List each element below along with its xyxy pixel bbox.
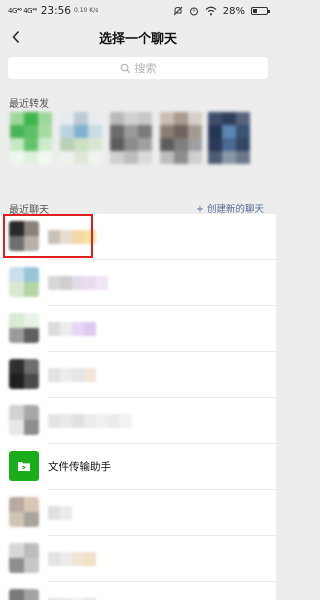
recent-forward-avatar[interactable]: [60, 112, 102, 164]
chat-name: [48, 552, 96, 566]
chat-row[interactable]: [0, 490, 276, 536]
folder-icon: [9, 451, 39, 481]
chat-row[interactable]: [0, 398, 276, 444]
status-time: 23:56: [40, 5, 71, 17]
file-transfer-row[interactable]: 文件传输助手: [0, 444, 276, 490]
chat-row[interactable]: [0, 582, 276, 600]
page-title: 选择一个聊天: [98, 31, 177, 47]
recent-forward-avatar[interactable]: [160, 112, 202, 164]
nav-bar: 选择一个聊天: [0, 22, 276, 52]
chat-row[interactable]: [0, 260, 276, 306]
chat-name: [48, 322, 96, 336]
battery-percent: 28%: [222, 5, 245, 17]
recent-forward-avatar[interactable]: [208, 112, 250, 164]
chat-row[interactable]: [0, 352, 276, 398]
chat-avatar: [9, 267, 39, 297]
chat-avatar: [9, 497, 39, 527]
chat-name: [48, 506, 72, 520]
chat-avatar: [9, 543, 39, 573]
search-placeholder: 搜索: [134, 62, 157, 75]
recent-forward-avatar[interactable]: [10, 112, 52, 164]
recent-forward-list: [0, 106, 276, 174]
recent-forward-avatar[interactable]: [110, 112, 152, 164]
search-icon: [120, 63, 130, 73]
chat-avatar: [9, 589, 39, 600]
net-speed: 0.10 K/s: [73, 7, 99, 14]
chat-avatar: [9, 405, 39, 435]
alarm-icon: [189, 7, 198, 16]
signal-indicator: 4G⁴⁶ 4G⁴⁶: [8, 6, 37, 15]
back-icon: [12, 30, 20, 44]
back-button[interactable]: [6, 26, 26, 48]
search-input[interactable]: 搜索: [8, 57, 268, 79]
battery-icon: [251, 7, 270, 15]
chat-name: [48, 368, 96, 382]
chat-list: 文件传输助手: [0, 214, 276, 600]
mute-icon: [173, 6, 183, 16]
chat-row[interactable]: [0, 536, 276, 582]
file-transfer-name: 文件传输助手: [48, 461, 111, 473]
highlight-box: [3, 214, 93, 258]
chat-name: [48, 414, 132, 428]
chat-avatar: [9, 313, 39, 343]
chat-name: [48, 276, 108, 290]
chat-row[interactable]: [0, 306, 276, 352]
status-bar: 4G⁴⁶ 4G⁴⁶ 23:56 0.10 K/s 28%: [0, 0, 276, 22]
wifi-icon: [205, 6, 217, 16]
create-new-chat-link[interactable]: + 创建新的聊天: [196, 201, 264, 215]
chat-avatar: [9, 359, 39, 389]
